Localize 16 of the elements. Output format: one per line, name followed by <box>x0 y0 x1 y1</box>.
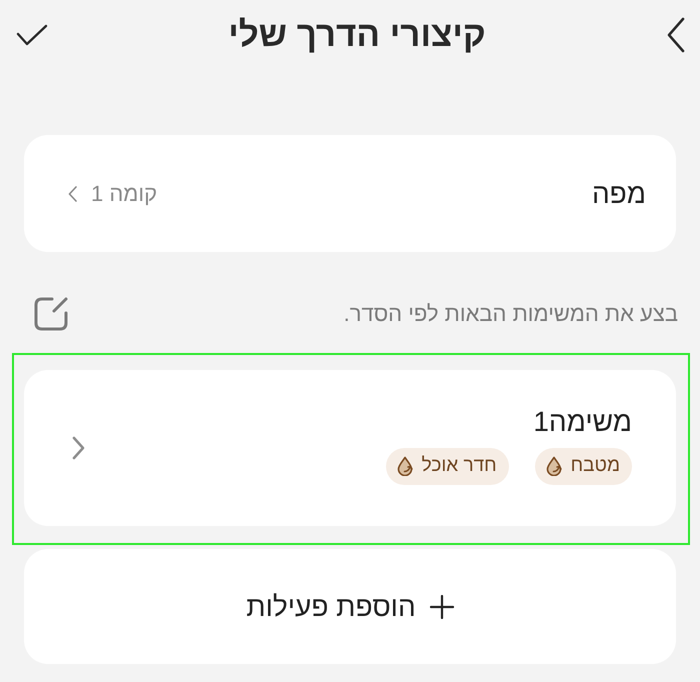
plus-icon <box>430 594 454 618</box>
edit-icon[interactable] <box>32 295 70 333</box>
map-row[interactable]: מפה קומה 1 <box>24 135 676 252</box>
task-card[interactable]: משימה1 מטבח חדר אוכל <box>24 370 676 526</box>
map-label: מפה <box>592 178 646 210</box>
task-title: משימה1 <box>533 406 632 438</box>
add-activity-button[interactable]: הוספת פעילות <box>24 549 676 664</box>
check-icon[interactable] <box>16 24 48 46</box>
chevron-icon <box>68 186 77 202</box>
tag-label: חדר אוכל <box>422 455 497 477</box>
page-title: קיצורי הדרך שלי <box>228 15 486 55</box>
floor-value: קומה 1 <box>91 180 158 206</box>
instruction-text: בצע את המשימות הבאות לפי הסדר. <box>344 301 678 327</box>
tag-label: מטבח <box>570 455 620 477</box>
back-icon[interactable] <box>666 17 686 53</box>
chevron-icon <box>72 436 85 460</box>
